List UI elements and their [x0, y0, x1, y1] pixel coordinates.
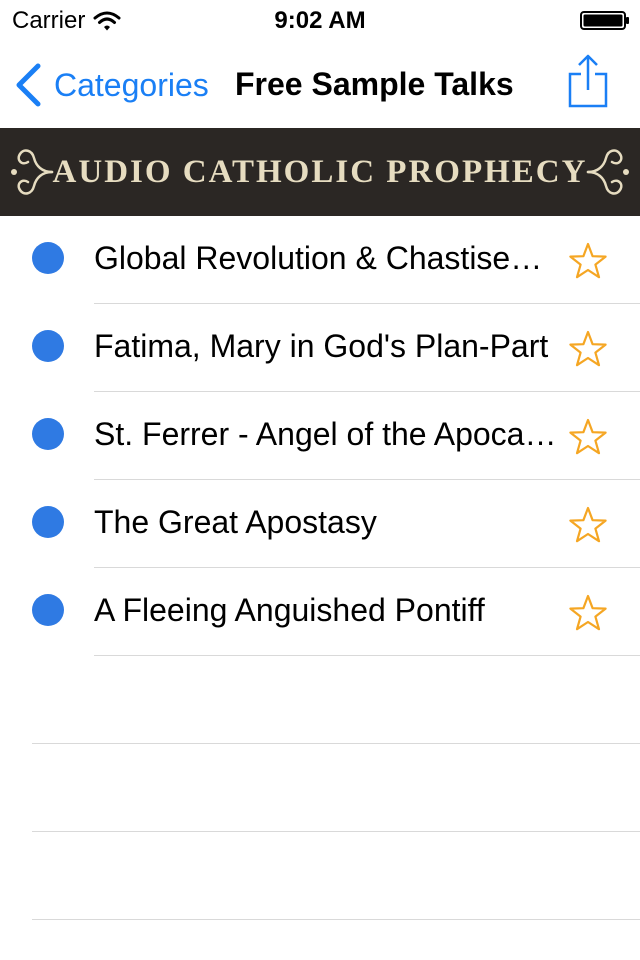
list-item[interactable]: A Fleeing Anguished Pontiff [0, 568, 640, 656]
list-item[interactable]: St. Ferrer - Angel of the Apocalypse [0, 392, 640, 480]
unplayed-dot-icon [32, 242, 64, 274]
app-banner: Audio Catholic Prophecy [0, 128, 640, 216]
empty-row-divider [32, 743, 640, 744]
talk-title: Global Revolution & Chastisement [94, 240, 558, 276]
talk-title: St. Ferrer - Angel of the Apocalypse [94, 416, 558, 452]
unplayed-dot-icon [32, 330, 64, 362]
status-bar: Carrier 9:02 AM [0, 0, 640, 40]
talk-title: Fatima, Mary in God's Plan-Part [94, 328, 549, 364]
star-outline-icon[interactable] [568, 506, 608, 544]
star-outline-icon[interactable] [568, 330, 608, 368]
talk-title: A Fleeing Anguished Pontiff [94, 592, 485, 628]
list-item[interactable]: The Great Apostasy [0, 480, 640, 568]
chevron-left-icon [16, 63, 41, 107]
back-button[interactable]: Categories [14, 62, 209, 108]
list-item[interactable]: Fatima, Mary in God's Plan-Part [0, 304, 640, 392]
star-outline-icon[interactable] [568, 418, 608, 456]
star-outline-icon[interactable] [568, 242, 608, 280]
flourish-ornament-icon [11, 149, 54, 195]
back-button-label: Categories [54, 66, 209, 103]
clock: 9:02 AM [274, 7, 366, 34]
share-icon[interactable] [566, 54, 610, 110]
navigation-bar: Categories Free Sample Talks [0, 40, 640, 128]
list-item[interactable]: Global Revolution & Chastisement [0, 216, 640, 304]
flourish-ornament-icon [586, 149, 629, 195]
page-title: Free Sample Talks [235, 66, 514, 102]
unplayed-dot-icon [32, 506, 64, 538]
banner-title: Audio Catholic Prophecy [52, 153, 588, 190]
talks-list: Global Revolution & Chastisement Fatima,… [0, 216, 640, 656]
unplayed-dot-icon [32, 418, 64, 450]
row-divider [94, 655, 640, 656]
empty-row-divider [32, 831, 640, 832]
star-outline-icon[interactable] [568, 594, 608, 632]
talk-title: The Great Apostasy [94, 504, 377, 540]
battery-icon [580, 11, 629, 30]
unplayed-dot-icon [32, 594, 64, 626]
empty-row-divider [32, 919, 640, 920]
